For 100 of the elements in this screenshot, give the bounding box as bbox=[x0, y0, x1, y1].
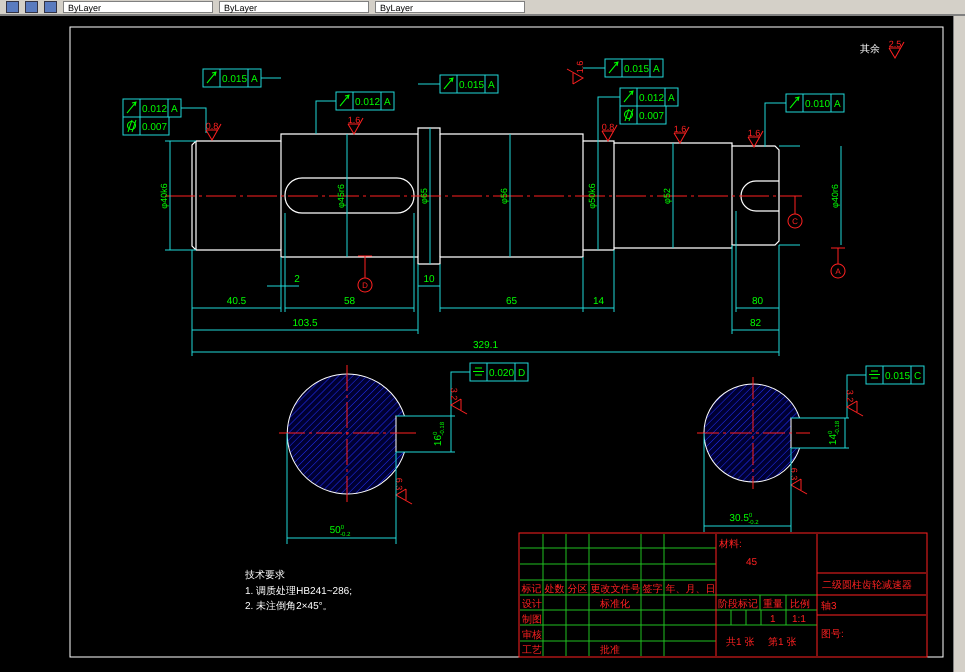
table-header: 处数 bbox=[544, 584, 564, 595]
dimension-text: 58 bbox=[344, 296, 356, 307]
symmetry-icon bbox=[868, 370, 880, 378]
roughness-icon bbox=[674, 126, 690, 144]
roughness-value: 0.8 bbox=[602, 122, 614, 132]
datum-letter: C bbox=[914, 371, 922, 382]
roughness-icon bbox=[395, 488, 412, 504]
datum-marker-icon bbox=[830, 248, 846, 264]
datum-marker-icon bbox=[358, 256, 372, 278]
tolerance-value: 0.015 bbox=[624, 64, 650, 75]
diameter-text: φ65 bbox=[419, 188, 429, 204]
table-header: 签字 bbox=[642, 584, 662, 595]
surface-note: 其余 bbox=[860, 44, 880, 55]
runout-arrow-icon bbox=[126, 101, 137, 114]
property-dropdown[interactable]: ByLayer bbox=[63, 1, 213, 13]
tolerance-value: 0.015 bbox=[222, 74, 248, 85]
leader-line bbox=[450, 372, 470, 416]
roughness-icon bbox=[748, 130, 764, 148]
dimension-text: 2 bbox=[294, 274, 300, 285]
datum-letter: A bbox=[835, 267, 841, 276]
table-header: 阶段标记 bbox=[718, 599, 758, 610]
runout-arrow-icon bbox=[624, 90, 634, 102]
property-dropdown[interactable]: ByLayer bbox=[219, 1, 369, 13]
roughness-value: 1.6 bbox=[748, 128, 760, 138]
drawing-number-label: 图号: bbox=[821, 629, 844, 640]
table-header: 标记 bbox=[522, 584, 542, 595]
roughness-icon bbox=[450, 398, 468, 414]
runout-arrow-icon bbox=[790, 96, 800, 108]
diameter-text: φ50k6 bbox=[587, 183, 597, 209]
tolerance-value: 0.015 bbox=[459, 80, 484, 91]
leader-line bbox=[598, 96, 620, 142]
tolerance-frame bbox=[604, 58, 664, 78]
table-header: 比例 bbox=[790, 599, 810, 610]
datum-letter: D bbox=[362, 281, 368, 290]
tolerance-value: 0.015 bbox=[885, 371, 910, 382]
datum-circle bbox=[830, 264, 846, 278]
diameter-text: φ40k6 bbox=[159, 183, 169, 209]
leader-line bbox=[180, 108, 206, 134]
leader-line bbox=[764, 102, 786, 148]
table-label: 工艺 bbox=[522, 645, 542, 656]
tolerance-value: 0.010 bbox=[805, 99, 830, 110]
table-cell: 标准化 bbox=[600, 599, 630, 610]
tolerance-frame bbox=[122, 98, 182, 118]
roughness-icon bbox=[602, 124, 618, 142]
table-header: 分区 bbox=[568, 584, 588, 595]
tolerance-value: 0.007 bbox=[142, 122, 168, 133]
runout-arrow-icon bbox=[444, 77, 454, 90]
datum-letter: A bbox=[834, 99, 841, 110]
tolerance-frame bbox=[620, 88, 678, 106]
scale-value: 1:1 bbox=[792, 614, 806, 625]
roughness-value: 1.6 bbox=[575, 60, 585, 74]
leader-line bbox=[316, 100, 336, 134]
tolerance-value: 0.012 bbox=[639, 93, 664, 104]
table-label: 制图 bbox=[522, 614, 542, 626]
datum-circle bbox=[358, 278, 372, 292]
weight-value: 1 bbox=[770, 614, 776, 625]
tolerance-frame bbox=[470, 362, 528, 382]
tolerance-frame bbox=[866, 366, 924, 384]
cylindricity-icon bbox=[127, 120, 136, 132]
tolerance-frame bbox=[786, 94, 844, 112]
sheet-total: 共1 张 bbox=[726, 637, 754, 648]
diameter-text: φ52 bbox=[662, 188, 672, 204]
roughness-icon bbox=[790, 478, 808, 494]
runout-arrow-icon bbox=[340, 94, 350, 106]
diameter-text: φ56 bbox=[499, 188, 509, 204]
tolerance-value: 0.007 bbox=[639, 111, 664, 122]
requirements-title: 技术要求 bbox=[245, 570, 285, 581]
roughness-icon bbox=[888, 42, 904, 59]
roughness-value: 3.2 bbox=[449, 388, 459, 400]
material-label: 材料: bbox=[719, 539, 742, 550]
dimension-text: 65 bbox=[506, 296, 518, 307]
dimension-text: 40.5 bbox=[226, 296, 246, 307]
table-label: 审核 bbox=[522, 630, 542, 641]
leader-line bbox=[846, 374, 866, 418]
dimension-text: 103.5 bbox=[292, 318, 318, 329]
table-header: 更改文件号 bbox=[590, 584, 640, 595]
dimension-text: 82 bbox=[750, 318, 762, 329]
table-header: 重量 bbox=[763, 599, 783, 610]
datum-marker-icon bbox=[788, 196, 802, 214]
sheet-number: 第1 张 bbox=[768, 637, 796, 648]
layer-icon[interactable] bbox=[6, 1, 19, 13]
datum-letter: A bbox=[171, 104, 178, 115]
dimension-text: 329.1 bbox=[472, 340, 498, 351]
symmetry-icon bbox=[472, 368, 484, 376]
diameter-text: φ40r6 bbox=[830, 184, 840, 208]
requirement-text: 2. 未注倒角2×45°。 bbox=[245, 601, 333, 612]
requirement-text: 1. 调质处理HB241~286; bbox=[245, 586, 352, 597]
table-header: 年、月、日 bbox=[666, 584, 716, 595]
property-dropdown[interactable]: ByLayer bbox=[375, 1, 525, 13]
layer-icon[interactable] bbox=[44, 1, 57, 13]
cylindricity-icon bbox=[624, 108, 634, 122]
material-value: 45 bbox=[746, 557, 758, 568]
roughness-value: 1.6 bbox=[674, 124, 686, 134]
dimension-text: 14 bbox=[592, 296, 604, 307]
datum-letter: A bbox=[653, 64, 660, 75]
tolerance-frame bbox=[336, 92, 394, 110]
tolerance-frame bbox=[202, 68, 262, 88]
datum-letter: D bbox=[518, 368, 526, 379]
tolerance-frame bbox=[440, 74, 498, 94]
datum-letter: C bbox=[792, 217, 798, 226]
